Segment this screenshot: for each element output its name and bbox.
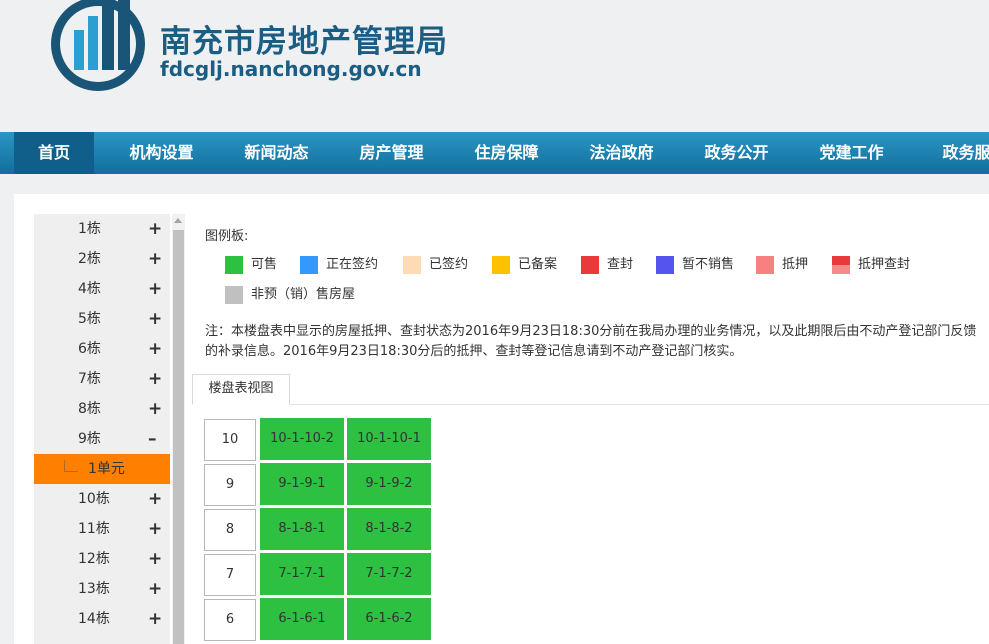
tree-item-building[interactable]: 14栋 +: [34, 604, 170, 634]
scroll-up-arrow-icon[interactable]: [174, 218, 182, 223]
tree-item-label: 2栋: [78, 251, 101, 267]
legend-label: 抵押查封: [858, 257, 911, 272]
site-domain: fdcglj.nanchong.gov.cn: [160, 57, 422, 81]
tree-item-building[interactable]: 8栋 +: [34, 394, 170, 424]
tree-item-unit-selected[interactable]: 1单元: [34, 454, 170, 484]
unit-cell[interactable]: 8-1-8-1: [260, 508, 344, 550]
tree-item-label: 4栋: [78, 281, 101, 297]
floor-number-cell: 8: [204, 509, 256, 551]
expand-icon[interactable]: +: [148, 214, 162, 244]
legend-swatch: [832, 256, 850, 274]
unit-cell[interactable]: 9-1-9-1: [260, 463, 344, 505]
floor-number-cell: 6: [204, 599, 256, 641]
nav-item-government-services[interactable]: 政务服: [909, 132, 989, 174]
logo-icon: [51, 0, 145, 91]
tab-building-table-view[interactable]: 楼盘表视图: [192, 374, 290, 405]
nav-item-home[interactable]: 首页: [14, 132, 94, 174]
tree-item-building[interactable]: 11栋 +: [34, 514, 170, 544]
expand-icon[interactable]: +: [148, 574, 162, 604]
site-header: 南充市房地产管理局 fdcglj.nanchong.gov.cn: [0, 0, 989, 132]
site-title: 南充市房地产管理局: [160, 24, 448, 60]
legend-label: 已签约: [429, 257, 469, 272]
legend-swatch: [225, 286, 243, 304]
unit-cell[interactable]: 6-1-6-2: [347, 598, 431, 640]
collapse-icon[interactable]: –: [148, 424, 157, 454]
legend-swatch: [656, 256, 674, 274]
sidebar-scrollbar[interactable]: [172, 214, 185, 644]
tree-item-label: 1单元: [88, 461, 125, 477]
tree-item-building[interactable]: 13栋 +: [34, 574, 170, 604]
building-tree: 1栋 + 2栋 + 4栋 + 5栋 + 6栋 + 7栋 + 8栋 + 9栋 – 1单元 10栋 +…: [34, 214, 170, 644]
expand-icon[interactable]: +: [148, 244, 162, 274]
expand-icon[interactable]: +: [148, 514, 162, 544]
scrollbar-thumb[interactable]: [173, 230, 184, 644]
nav-item-housing-management[interactable]: 房产管理: [334, 132, 449, 174]
nav-item-organization[interactable]: 机构设置: [104, 132, 219, 174]
tree-item-building[interactable]: 7栋 +: [34, 364, 170, 394]
unit-cell[interactable]: 10-1-10-2: [260, 418, 344, 460]
legend-swatch: [492, 256, 510, 274]
tree-item-label: 1栋: [78, 221, 101, 237]
tree-item-building[interactable]: 10栋 +: [34, 484, 170, 514]
tree-item-label: 14栋: [78, 611, 110, 627]
floor-number-cell: 10: [204, 419, 256, 461]
expand-icon[interactable]: +: [148, 604, 162, 634]
tree-item-building[interactable]: 6栋 +: [34, 334, 170, 364]
expand-icon[interactable]: +: [148, 394, 162, 424]
tree-item-label: 10栋: [78, 491, 110, 507]
legend-swatch: [300, 256, 318, 274]
expand-icon[interactable]: +: [148, 364, 162, 394]
legend-title: 图例板:: [205, 229, 249, 244]
nav-item-party-building[interactable]: 党建工作: [794, 132, 909, 174]
tree-item-building[interactable]: 9栋 –: [34, 424, 170, 454]
tree-item-building[interactable]: 12栋 +: [34, 544, 170, 574]
expand-icon[interactable]: +: [148, 334, 162, 364]
tree-item-label: 11栋: [78, 521, 110, 537]
unit-cell[interactable]: 7-1-7-1: [260, 553, 344, 595]
unit-cell[interactable]: 10-1-10-1: [347, 418, 431, 460]
unit-cell[interactable]: 8-1-8-2: [347, 508, 431, 550]
legend-swatch: [756, 256, 774, 274]
tree-item-building[interactable]: 5栋 +: [34, 304, 170, 334]
tree-item-label: 8栋: [78, 401, 101, 417]
expand-icon[interactable]: +: [148, 484, 162, 514]
legend-label: 抵押: [782, 257, 809, 272]
expand-icon[interactable]: +: [148, 544, 162, 574]
legend-swatch: [581, 256, 599, 274]
nav-item-rule-of-law[interactable]: 法治政府: [564, 132, 679, 174]
tree-item-building[interactable]: 1栋 +: [34, 214, 170, 244]
tree-item-label: 12栋: [78, 551, 110, 567]
tree-item-building[interactable]: 4栋 +: [34, 274, 170, 304]
status-note: 注：本楼盘表中显示的房屋抵押、查封状态为2016年9月23日18:30分前在我局…: [205, 324, 977, 359]
legend-label: 已备案: [518, 257, 558, 272]
tree-item-label: 13栋: [78, 581, 110, 597]
legend-label: 可售: [251, 257, 278, 272]
legend-label: 正在签约: [326, 257, 379, 272]
expand-icon[interactable]: +: [148, 304, 162, 334]
nav-item-news[interactable]: 新闻动态: [219, 132, 334, 174]
legend-swatch: [225, 256, 243, 274]
legend-label: 查封: [607, 257, 634, 272]
tree-item-label: 9栋: [78, 431, 101, 447]
tree-item-label: 6栋: [78, 341, 101, 357]
unit-cell[interactable]: 6-1-6-1: [260, 598, 344, 640]
unit-cell[interactable]: 7-1-7-2: [347, 553, 431, 595]
nav-item-housing-security[interactable]: 住房保障: [449, 132, 564, 174]
tree-item-building[interactable]: 2栋 +: [34, 244, 170, 274]
floor-number-cell: 7: [204, 554, 256, 596]
main-nav: 首页 机构设置 新闻动态 房产管理 住房保障 法治政府 政务公开 党建工作 政务…: [0, 132, 989, 174]
nav-item-government-affairs[interactable]: 政务公开: [679, 132, 794, 174]
unit-cell[interactable]: 9-1-9-2: [347, 463, 431, 505]
legend-label: 非预（销）售房屋: [251, 287, 356, 302]
floor-number-cell: 9: [204, 464, 256, 506]
tab-divider: [192, 404, 989, 405]
legend-swatch: [403, 256, 421, 274]
tree-connector-icon: [64, 460, 78, 472]
tree-item-label: 5栋: [78, 311, 101, 327]
legend-label: 暂不销售: [682, 257, 735, 272]
expand-icon[interactable]: +: [148, 274, 162, 304]
tree-item-label: 7栋: [78, 371, 101, 387]
main-panel: 1栋 + 2栋 + 4栋 + 5栋 + 6栋 + 7栋 + 8栋 + 9栋 – 1单元 10栋 +…: [14, 194, 989, 644]
